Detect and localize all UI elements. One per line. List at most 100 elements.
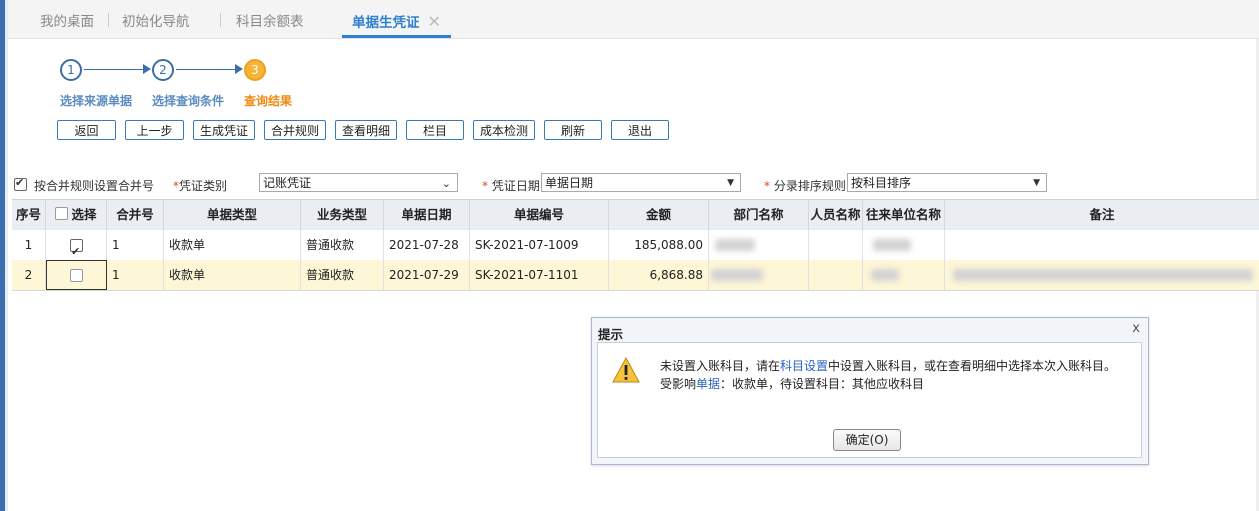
header-select-label: 选择 bbox=[71, 207, 97, 222]
row-person bbox=[809, 230, 863, 260]
row-doc-type: 收款单 bbox=[164, 230, 301, 260]
header-doc-date: 单据日期 bbox=[384, 200, 470, 230]
merge-rules-button[interactable]: 合并规则 bbox=[264, 120, 326, 140]
tab-bar: 我的桌面 初始化导航 科目余额表 单据生凭证 ✕ bbox=[8, 0, 1259, 39]
table-row[interactable]: 1 1 收款单 普通收款 2021-07-28 SK-2021-07-1009 … bbox=[12, 230, 1259, 261]
dialog-text: 中设置入账科目，或在查看明细中选择本次入账科目。 bbox=[828, 359, 1117, 373]
columns-button[interactable]: 栏目 bbox=[406, 120, 464, 140]
header-biz-type: 业务类型 bbox=[301, 200, 384, 230]
dropdown-arrow-icon: ▼ bbox=[727, 178, 734, 188]
close-icon[interactable]: x bbox=[1132, 321, 1140, 336]
row-merge-no: 1 bbox=[107, 260, 164, 290]
row-remark bbox=[945, 230, 1259, 260]
row-doc-date: 2021-07-28 bbox=[384, 230, 470, 260]
voucher-date-label: * 凭证日期 bbox=[482, 177, 540, 194]
sort-rule-value: 按科目排序 bbox=[851, 176, 912, 190]
refresh-button[interactable]: 刷新 bbox=[544, 120, 602, 140]
row-select-cell[interactable] bbox=[46, 230, 107, 260]
redacted-text bbox=[953, 269, 1253, 281]
dialog-message-line2: 受影响单据：收款单，待设置科目：其他应收科目 bbox=[660, 375, 924, 392]
tab-separator bbox=[220, 13, 221, 27]
row-person bbox=[809, 260, 863, 290]
header-partner: 往来单位名称 bbox=[863, 200, 945, 230]
row-biz-type: 普通收款 bbox=[301, 260, 384, 290]
step-1-label: 选择来源单据 bbox=[60, 94, 133, 108]
ok-button[interactable]: 确定(O) bbox=[833, 429, 901, 451]
required-mark: * bbox=[482, 179, 488, 193]
redacted-text bbox=[715, 239, 755, 251]
header-doc-no: 单据编号 bbox=[470, 200, 609, 230]
tab-init-nav[interactable]: 初始化导航 bbox=[122, 0, 190, 38]
dialog-title: 提示 bbox=[598, 327, 624, 342]
row-partner bbox=[863, 260, 945, 290]
header-select[interactable]: 选择 bbox=[46, 200, 107, 230]
step-2-circle: 2 bbox=[152, 59, 174, 81]
view-details-button[interactable]: 查看明细 bbox=[335, 120, 397, 140]
dialog-text: 未设置入账科目，请在 bbox=[660, 359, 781, 373]
dialog-body: 未设置入账科目，请在科目设置中设置入账科目，或在查看明细中选择本次入账科目。 受… bbox=[597, 342, 1142, 458]
step-connector bbox=[84, 69, 144, 70]
select-all-checkbox[interactable] bbox=[55, 207, 69, 220]
row-remark bbox=[945, 260, 1259, 290]
row-doc-date: 2021-07-29 bbox=[384, 260, 470, 290]
row-dept bbox=[709, 230, 809, 260]
row-checkbox[interactable] bbox=[70, 237, 83, 260]
header-doc-type: 单据类型 bbox=[164, 200, 301, 230]
sort-rule-select[interactable]: 按科目排序 ▼ bbox=[847, 173, 1047, 192]
dialog-text: ：收款单，待设置科目：其他应收科目 bbox=[720, 377, 925, 391]
row-amount: 6,868.88 bbox=[609, 260, 709, 290]
step-connector bbox=[176, 69, 236, 70]
dialog-text: 受影响 bbox=[660, 377, 697, 391]
row-merge-no: 1 bbox=[107, 230, 164, 260]
row-amount: 185,088.00 bbox=[609, 230, 709, 260]
arrow-right-icon bbox=[143, 64, 151, 74]
voucher-type-label-text: 凭证类别 bbox=[179, 179, 228, 193]
row-doc-no[interactable]: SK-2021-07-1009 bbox=[470, 230, 609, 260]
voucher-type-select[interactable]: 记账凭证 ⌄ bbox=[259, 173, 458, 192]
previous-step-button[interactable]: 上一步 bbox=[125, 120, 184, 140]
row-dept bbox=[709, 260, 809, 290]
tab-separator bbox=[108, 13, 109, 27]
header-dept: 部门名称 bbox=[709, 200, 809, 230]
dropdown-arrow-icon: ▼ bbox=[1033, 178, 1040, 188]
redacted-text bbox=[871, 269, 899, 281]
voucher-type-value: 记账凭证 bbox=[263, 176, 312, 190]
step-3-label: 查询结果 bbox=[244, 94, 293, 108]
redacted-text bbox=[711, 269, 763, 281]
tab-doc-to-voucher[interactable]: 单据生凭证 ✕ bbox=[342, 0, 451, 38]
close-icon[interactable]: ✕ bbox=[428, 12, 441, 31]
arrow-right-icon bbox=[235, 64, 243, 74]
dialog-message-line1: 未设置入账科目，请在科目设置中设置入账科目，或在查看明细中选择本次入账科目。 bbox=[660, 357, 1116, 374]
row-biz-type: 普通收款 bbox=[301, 230, 384, 260]
row-doc-type: 收款单 bbox=[164, 260, 301, 290]
merge-rule-label: 按合并规则设置合并号 bbox=[34, 179, 155, 193]
account-settings-link[interactable]: 科目设置 bbox=[780, 359, 828, 373]
tab-account-balance[interactable]: 科目余额表 bbox=[236, 0, 304, 38]
required-mark: * bbox=[764, 179, 770, 193]
back-button[interactable]: 返回 bbox=[57, 120, 116, 140]
step-3-circle: 3 bbox=[244, 59, 266, 81]
voucher-date-select[interactable]: 单据日期 ▼ bbox=[541, 173, 741, 192]
header-remark: 备注 bbox=[1089, 207, 1115, 222]
row-index: 2 bbox=[12, 260, 46, 290]
header-amount: 金额 bbox=[609, 200, 709, 230]
voucher-type-label: *凭证类别 bbox=[173, 177, 227, 194]
table-row[interactable]: 2 1 收款单 普通收款 2021-07-29 SK-2021-07-1101 … bbox=[12, 260, 1259, 291]
voucher-date-label-text: 凭证日期 bbox=[491, 179, 540, 193]
row-doc-no[interactable]: SK-2021-07-1101 bbox=[470, 260, 609, 290]
merge-rule-checkbox[interactable] bbox=[14, 176, 27, 191]
left-edge-shadow bbox=[5, 0, 8, 511]
documents-link[interactable]: 单据 bbox=[696, 377, 720, 391]
sort-rule-label: * 分录排序规则 bbox=[764, 177, 846, 194]
redacted-text bbox=[873, 239, 911, 251]
chevron-down-icon: ⌄ bbox=[441, 177, 451, 190]
tab-doc-to-voucher-label: 单据生凭证 bbox=[352, 15, 420, 31]
cost-check-button[interactable]: 成本检测 bbox=[473, 120, 535, 140]
tab-my-desktop[interactable]: 我的桌面 bbox=[40, 0, 94, 38]
table-header: 序号 选择 合并号 单据类型 业务类型 单据日期 单据编号 金额 部门名称 人员… bbox=[12, 199, 1259, 231]
generate-voucher-button[interactable]: 生成凭证 bbox=[193, 120, 255, 140]
step-1-circle: 1 bbox=[60, 59, 82, 81]
sort-rule-label-text: 分录排序规则 bbox=[773, 179, 846, 193]
exit-button[interactable]: 退出 bbox=[611, 120, 669, 140]
voucher-date-value: 单据日期 bbox=[545, 176, 594, 190]
